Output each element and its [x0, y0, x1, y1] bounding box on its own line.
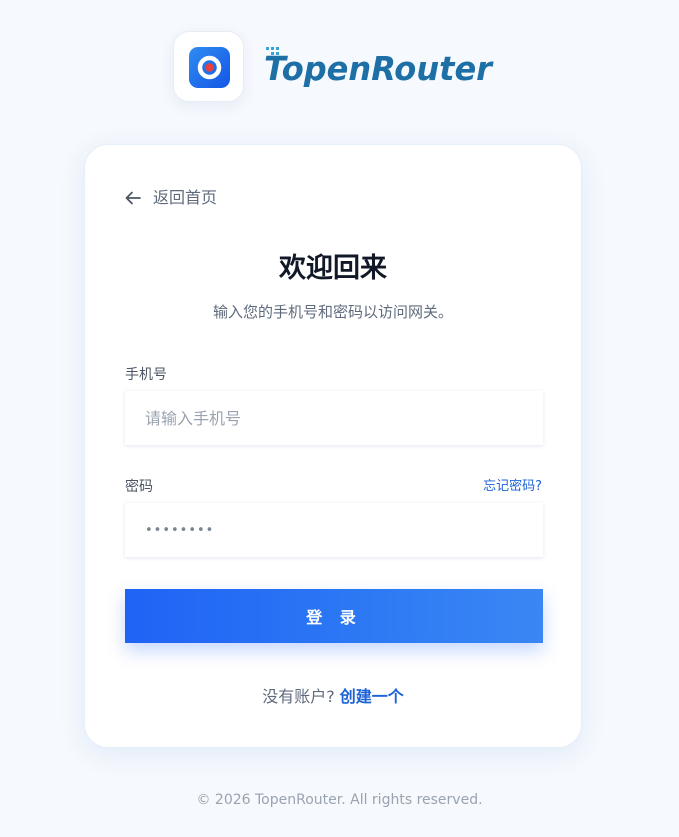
forgot-password-link[interactable]: 忘记密码? [483, 477, 542, 497]
arrow-left-icon [125, 191, 141, 205]
login-card: 返回首页 欢迎回来 输入您的手机号和密码以访问网关。 手机号 密码 忘记密码? … [84, 144, 582, 748]
login-button[interactable]: 登 录 [125, 589, 543, 643]
page-subtitle: 输入您的手机号和密码以访问网关。 [212, 303, 453, 321]
phone-input[interactable] [125, 391, 543, 445]
create-account-link[interactable]: 创建一个 [340, 687, 404, 706]
login-page: TopenRouter 返回首页 欢迎回来 输入您的手机号和密码以访问网关。 手… [0, 0, 679, 837]
page-title: 欢迎回来 [279, 253, 387, 284]
app-icon [173, 31, 244, 102]
password-input[interactable] [125, 503, 543, 557]
brand-logo-text: TopenRouter [264, 49, 494, 88]
back-home-link[interactable]: 返回首页 [125, 185, 217, 211]
signup-row: 没有账户? 创建一个 [85, 685, 581, 709]
brand-logo: TopenRouter [264, 47, 494, 88]
password-label: 密码 [125, 479, 153, 495]
signup-prompt: 没有账户? [262, 687, 335, 706]
back-home-label: 返回首页 [153, 188, 218, 207]
phone-label: 手机号 [125, 367, 167, 383]
footer-copyright: © 2026 TopenRouter. All rights reserved. [196, 792, 483, 808]
ring-logo-icon [189, 47, 230, 88]
